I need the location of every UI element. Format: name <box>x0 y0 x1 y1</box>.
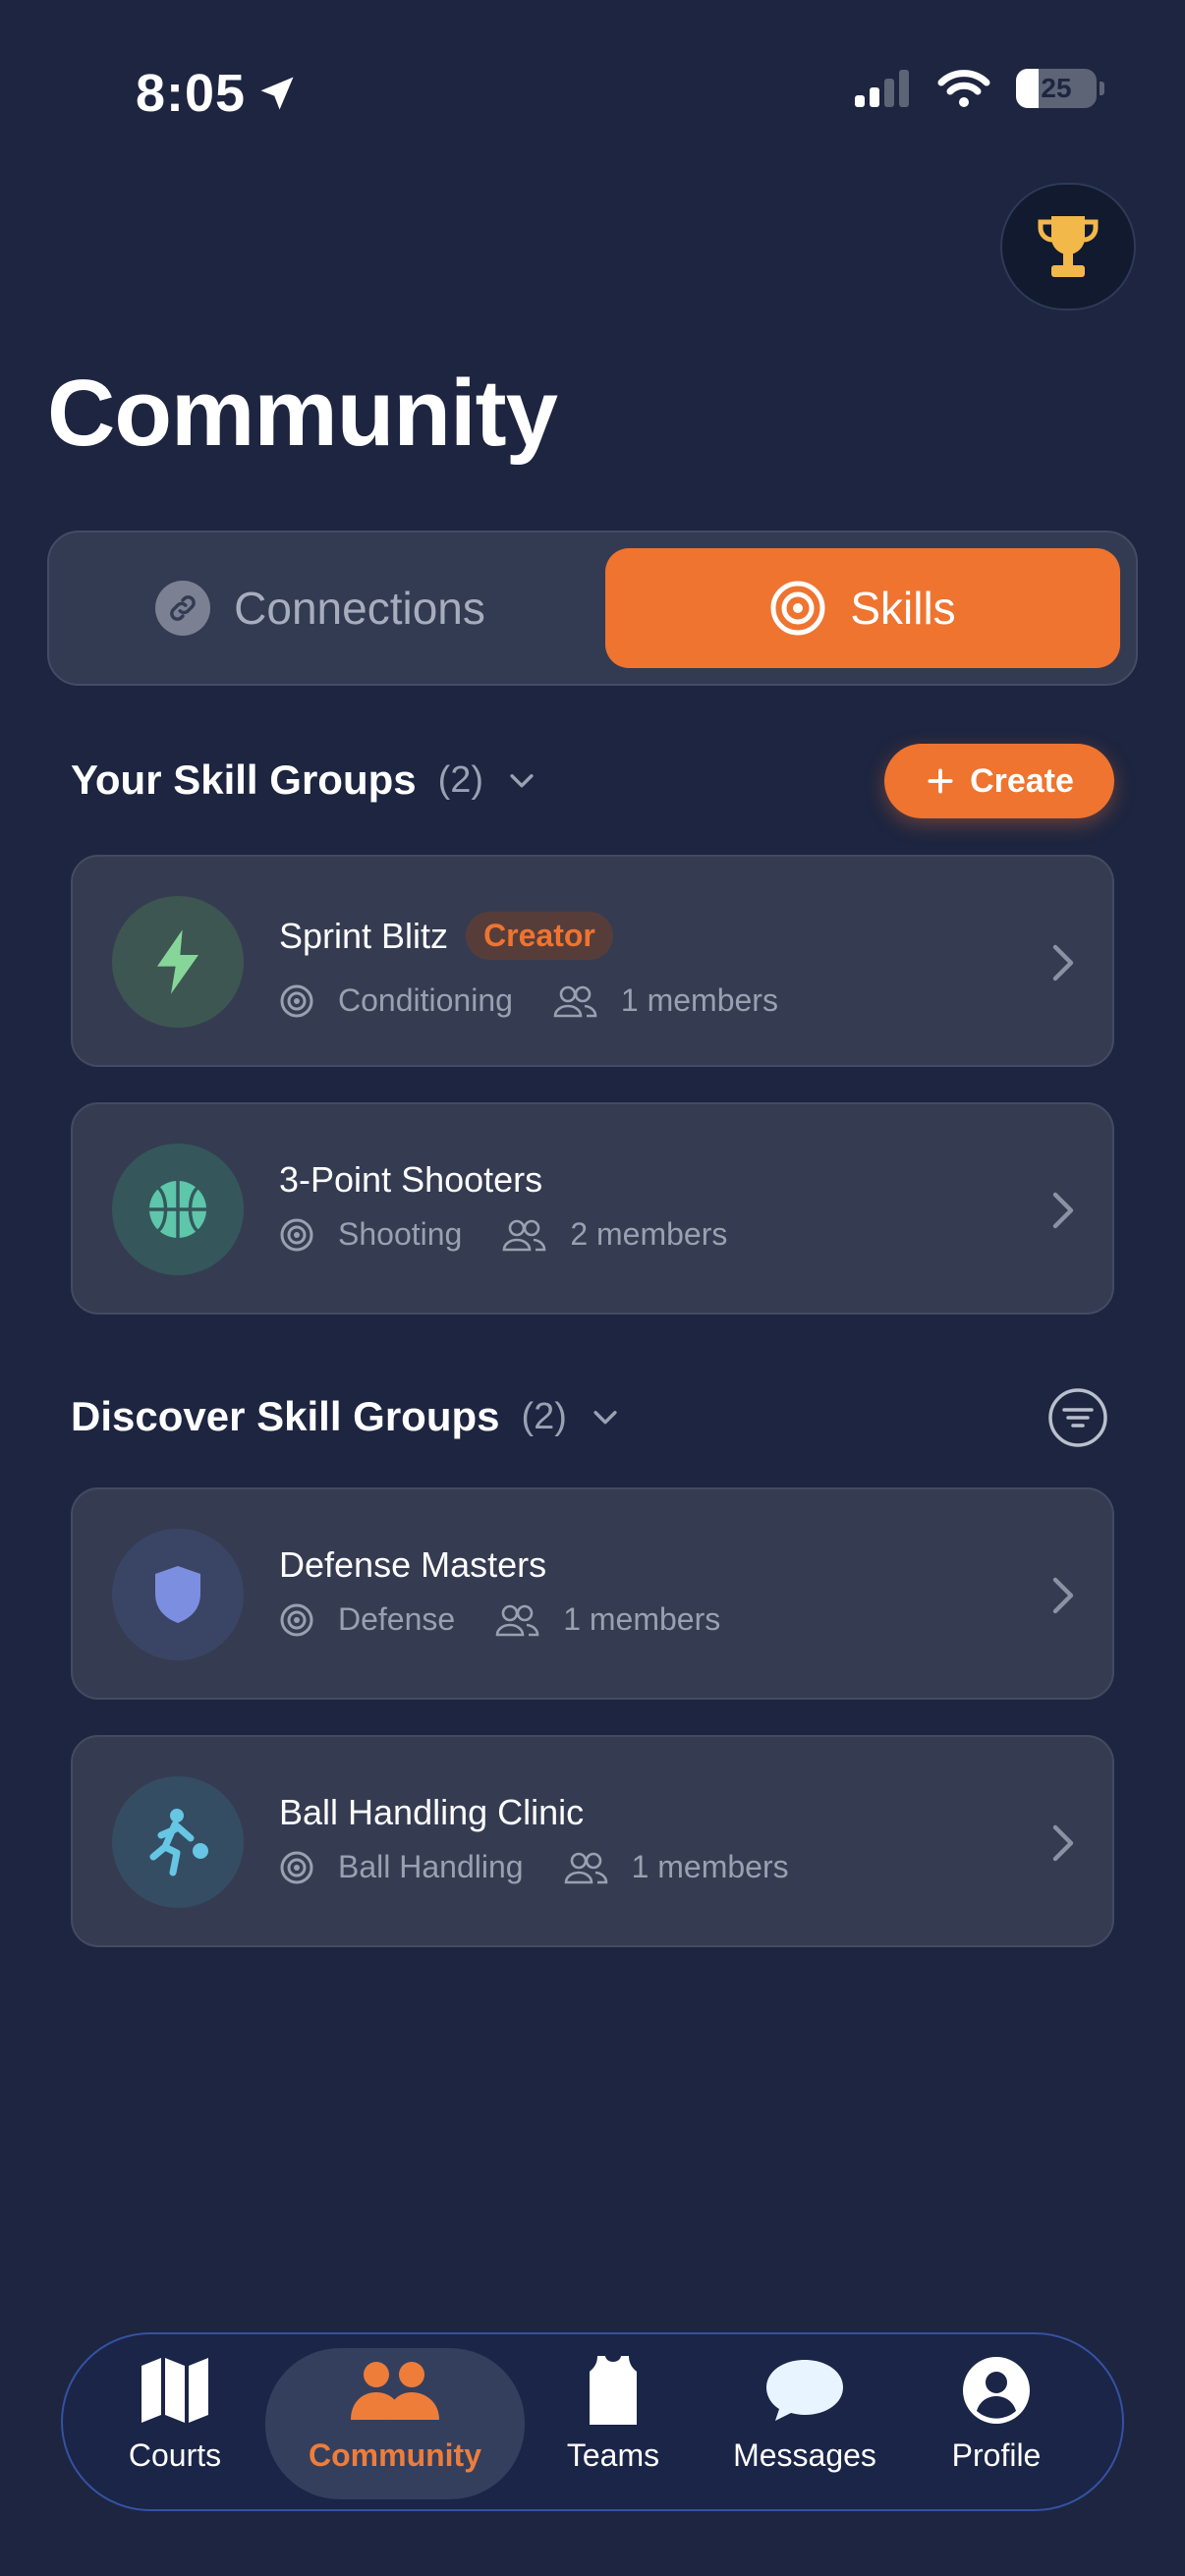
create-label: Create <box>970 761 1074 800</box>
members-icon <box>563 1851 608 1884</box>
skill-group-card[interactable]: Ball Handling Clinic Ball Handling 1 mem… <box>71 1735 1114 1947</box>
group-avatar <box>112 1776 244 1908</box>
group-skill: Ball Handling <box>338 1849 524 1884</box>
group-name: Defense Masters <box>279 1544 547 1585</box>
card-title-row: 3-Point Shooters <box>279 1159 542 1201</box>
tab-teams-label: Teams <box>566 2437 660 2473</box>
your-skill-groups-header[interactable]: Your Skill Groups (2) <box>71 756 538 804</box>
section-count: (2) <box>437 758 484 801</box>
tab-profile[interactable]: Profile <box>928 2348 1065 2499</box>
chevron-down-icon <box>510 774 534 788</box>
card-title-row: Sprint Blitz Creator <box>279 912 613 960</box>
chevron-right-icon <box>1052 1577 1074 1614</box>
card-title-row: Ball Handling Clinic <box>279 1792 584 1833</box>
group-members: 1 members <box>563 1601 721 1637</box>
group-skill: Defense <box>338 1601 456 1637</box>
discover-skill-groups-header[interactable]: Discover Skill Groups (2) <box>71 1393 622 1440</box>
skill-group-card[interactable]: Defense Masters Defense 1 members <box>71 1487 1114 1700</box>
status-time: 8:05 <box>136 63 299 124</box>
card-title-row: Defense Masters <box>279 1544 546 1586</box>
group-avatar <box>112 1529 244 1660</box>
group-members: 2 members <box>570 1216 728 1252</box>
target-icon <box>279 983 314 1019</box>
skill-group-card[interactable]: Sprint Blitz Creator Conditioning 1 memb… <box>71 855 1114 1067</box>
bottom-tab-bar: Courts Community Teams Messages Profile <box>61 2332 1124 2511</box>
group-members: 1 members <box>620 982 778 1018</box>
basketball-icon <box>149 1181 206 1238</box>
page-title: Community <box>47 361 558 466</box>
chevron-right-icon <box>1052 1824 1074 1862</box>
community-segmented-control: Connections Skills <box>47 531 1138 686</box>
group-meta: Conditioning 1 members <box>279 982 818 1019</box>
plus-icon <box>928 768 953 794</box>
group-name: 3-Point Shooters <box>279 1159 543 1200</box>
location-arrow-icon <box>260 77 294 110</box>
leaderboard-button[interactable] <box>1000 183 1136 310</box>
tab-messages-label: Messages <box>733 2437 876 2473</box>
community-icon <box>351 2362 439 2420</box>
members-icon <box>501 1218 546 1252</box>
group-name: Ball Handling Clinic <box>279 1792 585 1832</box>
filter-icon[interactable] <box>1047 1387 1108 1448</box>
section-count: (2) <box>521 1395 567 1437</box>
link-icon <box>155 581 211 636</box>
tab-teams[interactable]: Teams <box>544 2348 682 2499</box>
create-group-button[interactable]: Create <box>884 744 1114 818</box>
tab-skills[interactable]: Skills <box>605 548 1120 668</box>
creator-badge: Creator <box>466 912 613 960</box>
tab-messages[interactable]: Messages <box>721 2348 888 2499</box>
map-icon <box>141 2358 208 2423</box>
dribble-player-icon <box>149 1809 208 1876</box>
group-avatar <box>112 896 244 1028</box>
chevron-right-icon <box>1052 1192 1074 1229</box>
tab-profile-label: Profile <box>951 2437 1042 2473</box>
tab-community[interactable]: Community <box>265 2348 525 2499</box>
skill-group-card[interactable]: 3-Point Shooters Shooting 2 members <box>71 1102 1114 1315</box>
tab-connections-label: Connections <box>234 583 485 634</box>
status-indicators: 25 <box>855 69 1104 108</box>
target-icon <box>279 1217 314 1253</box>
target-icon <box>279 1850 314 1885</box>
group-meta: Shooting 2 members <box>279 1216 766 1253</box>
section-title: Discover Skill Groups <box>71 1393 500 1439</box>
group-skill: Shooting <box>338 1216 463 1252</box>
lightning-icon <box>157 929 198 994</box>
battery-indicator: 25 <box>1016 69 1104 108</box>
tab-skills-label: Skills <box>850 583 956 634</box>
clock: 8:05 <box>136 64 247 123</box>
profile-icon <box>963 2357 1030 2424</box>
target-icon <box>770 581 825 636</box>
jersey-icon <box>590 2356 637 2425</box>
group-skill: Conditioning <box>338 982 513 1018</box>
chevron-right-icon <box>1052 944 1074 981</box>
trophy-icon <box>1038 216 1099 277</box>
members-icon <box>552 984 597 1018</box>
tab-courts-label: Courts <box>128 2437 222 2473</box>
group-name: Sprint Blitz <box>279 915 449 956</box>
group-avatar <box>112 1144 244 1275</box>
section-title: Your Skill Groups <box>71 756 417 803</box>
shield-icon <box>155 1566 200 1623</box>
wifi-icon <box>937 70 990 107</box>
battery-level: 25 <box>1041 73 1072 103</box>
group-meta: Defense 1 members <box>279 1601 760 1638</box>
status-bar: 8:05 25 <box>0 0 1185 187</box>
group-members: 1 members <box>631 1849 789 1884</box>
members-icon <box>494 1603 539 1637</box>
group-meta: Ball Handling 1 members <box>279 1849 828 1885</box>
tab-courts[interactable]: Courts <box>106 2348 244 2499</box>
tab-connections[interactable]: Connections <box>65 548 576 668</box>
chevron-down-icon <box>593 1411 617 1425</box>
target-icon <box>279 1602 314 1638</box>
tab-community-label: Community <box>309 2437 481 2473</box>
cellular-signal-icon <box>855 70 909 107</box>
chat-bubble-icon <box>766 2360 843 2421</box>
